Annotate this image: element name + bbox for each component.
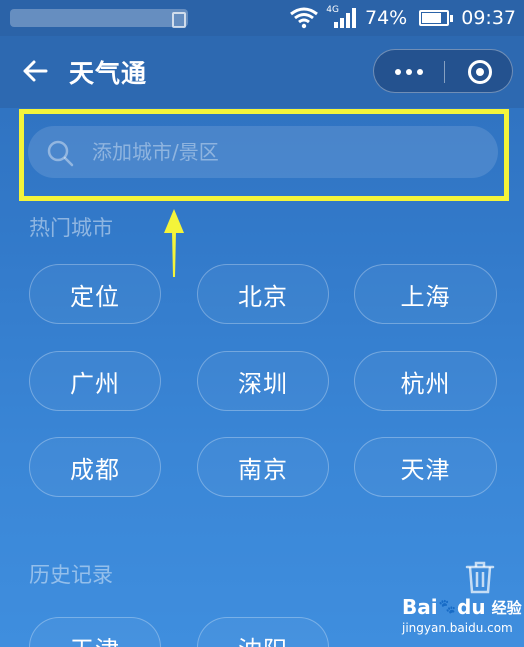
annotation-arrow-icon (162, 207, 186, 279)
city-chip-chengdu[interactable]: 成都 (29, 437, 161, 497)
wifi-icon (290, 7, 319, 29)
watermark-brand: Bai 🐾 du 经验 (402, 595, 522, 619)
watermark-url: jingyan.baidu.com (402, 621, 513, 635)
city-chip-hangzhou[interactable]: 杭州 (354, 351, 497, 411)
city-chip-nanjing[interactable]: 南京 (197, 437, 329, 497)
app-header: 天气通 (0, 36, 524, 108)
watermark-du: du (457, 595, 486, 619)
back-icon[interactable] (20, 56, 50, 86)
cell-signal-icon: 4G (326, 5, 357, 28)
history-label: 历史记录 (29, 563, 113, 587)
history-chip-tianjin[interactable]: 天津 (29, 617, 161, 647)
city-chip-shenzhen[interactable]: 深圳 (197, 351, 329, 411)
page-title: 天气通 (69, 59, 148, 88)
status-bar: 4G 74% 09:37 (0, 0, 524, 36)
trash-icon[interactable] (464, 560, 496, 594)
hot-cities-label: 热门城市 (29, 216, 113, 240)
city-chip-location[interactable]: 定位 (29, 264, 161, 324)
city-chip-tianjin[interactable]: 天津 (354, 437, 497, 497)
battery-level-fill (422, 13, 442, 23)
battery-icon (415, 10, 454, 26)
city-chip-shanghai[interactable]: 上海 (354, 264, 497, 324)
city-chip-beijing[interactable]: 北京 (197, 264, 329, 324)
miniprogram-capsule (373, 49, 513, 93)
battery-percent: 74% (365, 7, 408, 29)
city-chip-guangzhou[interactable]: 广州 (29, 351, 161, 411)
network-type: 4G (326, 5, 339, 15)
watermark-jingyan: 经验 (491, 598, 522, 617)
highlight-box (19, 109, 509, 201)
close-miniprogram-icon[interactable] (445, 50, 514, 94)
clock: 09:37 (461, 7, 516, 29)
more-options-icon[interactable] (374, 50, 444, 94)
baidu-jingyan-watermark: Bai 🐾 du 经验 jingyan.baidu.com (402, 595, 522, 645)
history-chip-shenyang[interactable]: 沈阳 (197, 617, 329, 647)
paw-icon: 🐾 (438, 599, 457, 615)
notification-icons-blurred (10, 9, 188, 28)
watermark-bai: Bai (402, 595, 438, 619)
